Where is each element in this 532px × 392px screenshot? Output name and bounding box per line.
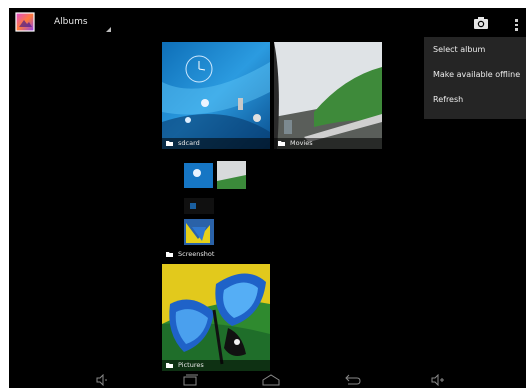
album-name: Movies: [290, 139, 313, 147]
system-navigation-bar: [9, 372, 526, 388]
gallery-app-icon[interactable]: [15, 12, 35, 32]
dropdown-indicator-icon[interactable]: [106, 27, 111, 32]
album-name: Pictures: [178, 361, 204, 369]
album-movies-thumbnail: [274, 42, 382, 149]
action-bar: Albums: [9, 8, 526, 38]
folder-icon: [166, 363, 173, 368]
home-icon[interactable]: [261, 374, 281, 386]
album-movies[interactable]: Movies: [274, 42, 382, 149]
back-icon[interactable]: [344, 374, 362, 386]
album-movies-label-bar: Movies: [274, 138, 382, 149]
album-sdcard-thumbnail: [162, 42, 270, 149]
folder-icon: [166, 141, 173, 146]
album-name: Screenshot: [178, 250, 215, 258]
albums-dropdown-title[interactable]: Albums: [54, 17, 88, 27]
menu-item-select-album[interactable]: Select album: [433, 45, 485, 54]
album-sdcard-label-bar: sdcard: [162, 138, 270, 149]
volume-down-icon[interactable]: [95, 374, 109, 386]
album-screenshot[interactable]: Screenshot: [162, 153, 270, 260]
overflow-dropdown-menu: Select album Make available offline Refr…: [424, 37, 526, 119]
folder-icon: [278, 141, 285, 146]
folder-icon: [166, 252, 173, 257]
album-name: sdcard: [178, 139, 200, 147]
album-sdcard[interactable]: sdcard: [162, 42, 270, 149]
menu-item-refresh[interactable]: Refresh: [433, 95, 463, 104]
overflow-menu-icon[interactable]: [509, 15, 523, 33]
album-screenshot-label-bar: Screenshot: [162, 249, 270, 260]
album-pictures[interactable]: Pictures: [162, 264, 270, 371]
volume-up-icon[interactable]: [430, 374, 446, 386]
album-screenshot-thumbnail: [162, 153, 270, 260]
gallery-screen: Albums sdcard Movies Screenshot Pictures…: [9, 8, 526, 388]
camera-icon[interactable]: [472, 14, 490, 32]
menu-item-make-available-offline[interactable]: Make available offline: [433, 70, 520, 79]
album-pictures-thumbnail: [162, 264, 270, 371]
album-pictures-label-bar: Pictures: [162, 360, 270, 371]
recent-apps-icon[interactable]: [181, 374, 199, 386]
